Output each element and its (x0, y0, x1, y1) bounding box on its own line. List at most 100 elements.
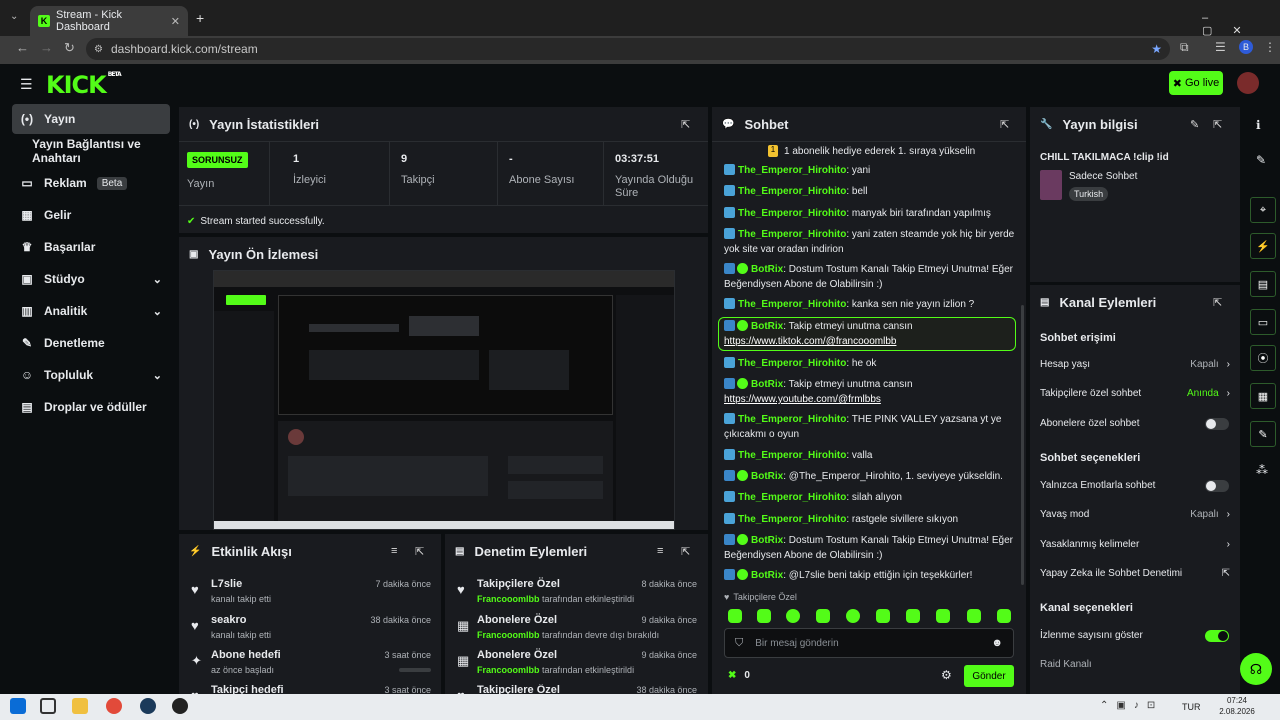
go-live-button[interactable]: ✖ Go live (1169, 71, 1223, 95)
bookmark-star-icon[interactable]: ★ (1151, 42, 1162, 56)
sidebar-item-denetleme[interactable]: ✎ Denetleme (12, 328, 170, 358)
popout-icon[interactable]: ⇱ (1213, 296, 1222, 309)
rail-bolt-icon[interactable]: ⚡ (1250, 233, 1276, 259)
edit-pencil-icon[interactable]: ✎ (1190, 118, 1199, 131)
chat-username[interactable]: The_Emperor_Hirohito (738, 450, 846, 461)
raid-row[interactable]: Raid Kanalı (1040, 659, 1230, 670)
window-controls[interactable]: –▢✕ (1202, 12, 1280, 37)
subs-only-toggle[interactable] (1205, 418, 1229, 430)
steam-icon[interactable] (140, 698, 156, 714)
emote-only-toggle[interactable] (1205, 480, 1229, 492)
extensions-icon[interactable]: ⧉ (1180, 40, 1189, 55)
rail-broadcast-icon[interactable]: ⦿ (1250, 345, 1276, 371)
sidebar-item-yayin[interactable]: (•) Yayın (12, 104, 170, 134)
chat-input[interactable]: ⛉ Bir mesaj gönderin ☻ (724, 628, 1014, 658)
filter-icon[interactable]: ≡ (391, 545, 397, 557)
tab-search-icon[interactable]: ⌄ (10, 11, 18, 22)
popout-icon[interactable]: ⇱ (1000, 118, 1009, 131)
browser-tab[interactable]: K Stream - Kick Dashboard ✕ (30, 6, 188, 36)
emote-icon[interactable] (876, 609, 890, 623)
sidebar-item-reklam[interactable]: ▭ Reklam Beta (12, 168, 170, 198)
emote-icon[interactable] (757, 609, 771, 623)
banned-words-row[interactable]: Yasaklanmış kelimeler › (1040, 539, 1230, 550)
chat-link[interactable]: https://www.tiktok.com/@francooomlbb (724, 336, 896, 347)
chat-username[interactable]: The_Emperor_Hirohito (738, 186, 846, 197)
url-bar[interactable]: ⚙ dashboard.kick.com/stream ★ (86, 38, 1170, 60)
chat-settings-gear-icon[interactable]: ⚙ (941, 668, 952, 682)
chat-username[interactable]: The_Emperor_Hirohito (738, 414, 846, 425)
emote-icon[interactable] (997, 609, 1011, 623)
close-tab-icon[interactable]: ✕ (171, 15, 180, 28)
sidebar-item-gelir[interactable]: ▦ Gelir (12, 200, 170, 230)
edit-pencil-icon[interactable]: ✎ (1256, 153, 1266, 167)
emote-icon[interactable] (846, 609, 860, 623)
sidebar-item-studyo[interactable]: ▣ Stüdyo ⌄ (12, 264, 170, 294)
hamburger-menu-icon[interactable]: ☰ (20, 76, 33, 93)
chat-username[interactable]: The_Emperor_Hirohito (738, 229, 846, 240)
sidebar-item-basarilar[interactable]: ♛ Başarılar (12, 232, 170, 262)
chat-username[interactable]: The_Emperor_Hirohito (738, 514, 846, 525)
emoji-icon[interactable]: ☻ (991, 637, 1003, 649)
forward-icon[interactable]: → (40, 40, 53, 55)
chat-username[interactable]: The_Emperor_Hirohito (738, 358, 846, 369)
info-icon[interactable]: ℹ (1256, 118, 1261, 132)
popout-icon[interactable]: ⇱ (681, 118, 690, 131)
chat-username[interactable]: BotRix (751, 570, 783, 581)
chat-username[interactable]: The_Emperor_Hirohito (738, 165, 846, 176)
account-age-row[interactable]: Hesap yaşı Kapalı › (1040, 359, 1230, 370)
support-headset-icon[interactable]: ☊ (1240, 653, 1272, 685)
emote-icon[interactable] (967, 609, 981, 623)
filter-icon[interactable]: ≡ (657, 545, 663, 557)
sidebar-item-droplar[interactable]: ▤ Droplar ve ödüller (12, 392, 170, 422)
popout-icon[interactable]: ⇱ (415, 545, 424, 558)
sidebar-item-analitik[interactable]: ▥ Analitik ⌄ (12, 296, 170, 326)
user-avatar[interactable] (1237, 72, 1259, 94)
chat-username[interactable]: BotRix (751, 379, 783, 390)
chat-username[interactable]: BotRix (751, 535, 783, 546)
rail-shield-icon[interactable]: ▦ (1250, 383, 1276, 409)
stream-preview-video[interactable] (213, 270, 675, 530)
followers-only-row[interactable]: Takipçilere özel sohbet Anında › (1040, 388, 1230, 399)
language-indicator[interactable]: TUR (1182, 702, 1201, 712)
sidebar-item-stream-key[interactable]: Yayın Bağlantısı ve Anahtarı (12, 136, 170, 166)
emote-icon[interactable] (816, 609, 830, 623)
sidebar-item-topluluk[interactable]: ☺ Topluluk ⌄ (12, 360, 170, 390)
rail-scan-icon[interactable]: ⌖ (1250, 197, 1276, 223)
chat-username[interactable]: BotRix (751, 321, 783, 332)
browser-menu-icon[interactable]: ⋮ (1264, 40, 1276, 54)
popout-icon[interactable]: ⇱ (1213, 118, 1222, 131)
kick-logo[interactable]: KICK BETA (46, 71, 122, 99)
chat-username[interactable]: The_Emperor_Hirohito (738, 299, 846, 310)
site-info-icon[interactable]: ⚙ (94, 44, 103, 55)
task-view-icon[interactable] (40, 698, 56, 714)
chat-username[interactable]: BotRix (751, 471, 783, 482)
ai-moderation-row[interactable]: Yapay Zeka ile Sohbet Denetimi ⇱ (1040, 568, 1230, 579)
rail-wrench-icon[interactable]: ✎ (1250, 421, 1276, 447)
media-icon[interactable]: ☰ (1215, 40, 1226, 54)
emote-icon[interactable] (728, 609, 742, 623)
windows-start-icon[interactable] (10, 698, 26, 714)
chat-username[interactable]: The_Emperor_Hirohito (738, 208, 846, 219)
back-icon[interactable]: ← (16, 40, 29, 55)
clock[interactable]: 07:24 2.08.2026 (1212, 695, 1262, 717)
popout-icon[interactable]: ⇱ (681, 545, 690, 558)
emote-icon[interactable] (936, 609, 950, 623)
emote-icon[interactable] (786, 609, 800, 623)
chat-username[interactable]: The_Emperor_Hirohito (738, 492, 846, 503)
emote-icon[interactable] (906, 609, 920, 623)
reload-icon[interactable]: ↻ (64, 40, 75, 56)
rail-chat-icon[interactable]: ▭ (1250, 309, 1276, 335)
chat-username[interactable]: BotRix (751, 264, 783, 275)
show-viewers-toggle[interactable] (1205, 630, 1229, 642)
new-tab-icon[interactable]: + (196, 10, 204, 26)
obs-icon[interactable] (172, 698, 188, 714)
profile-avatar[interactable]: B (1239, 40, 1253, 54)
file-explorer-icon[interactable] (72, 698, 88, 714)
slow-mode-row[interactable]: Yavaş mod Kapalı › (1040, 509, 1230, 520)
system-tray-icons[interactable]: ⌃▣♪⊡ (1100, 700, 1163, 711)
channel-points[interactable]: ✖ 0 (728, 670, 750, 681)
category-name[interactable]: Sadece Sohbet (1069, 171, 1137, 182)
send-button[interactable]: Gönder (964, 665, 1014, 687)
rail-document-icon[interactable]: ▤ (1250, 271, 1276, 297)
chat-link[interactable]: https://www.youtube.com/@frmlbbs (724, 394, 881, 405)
